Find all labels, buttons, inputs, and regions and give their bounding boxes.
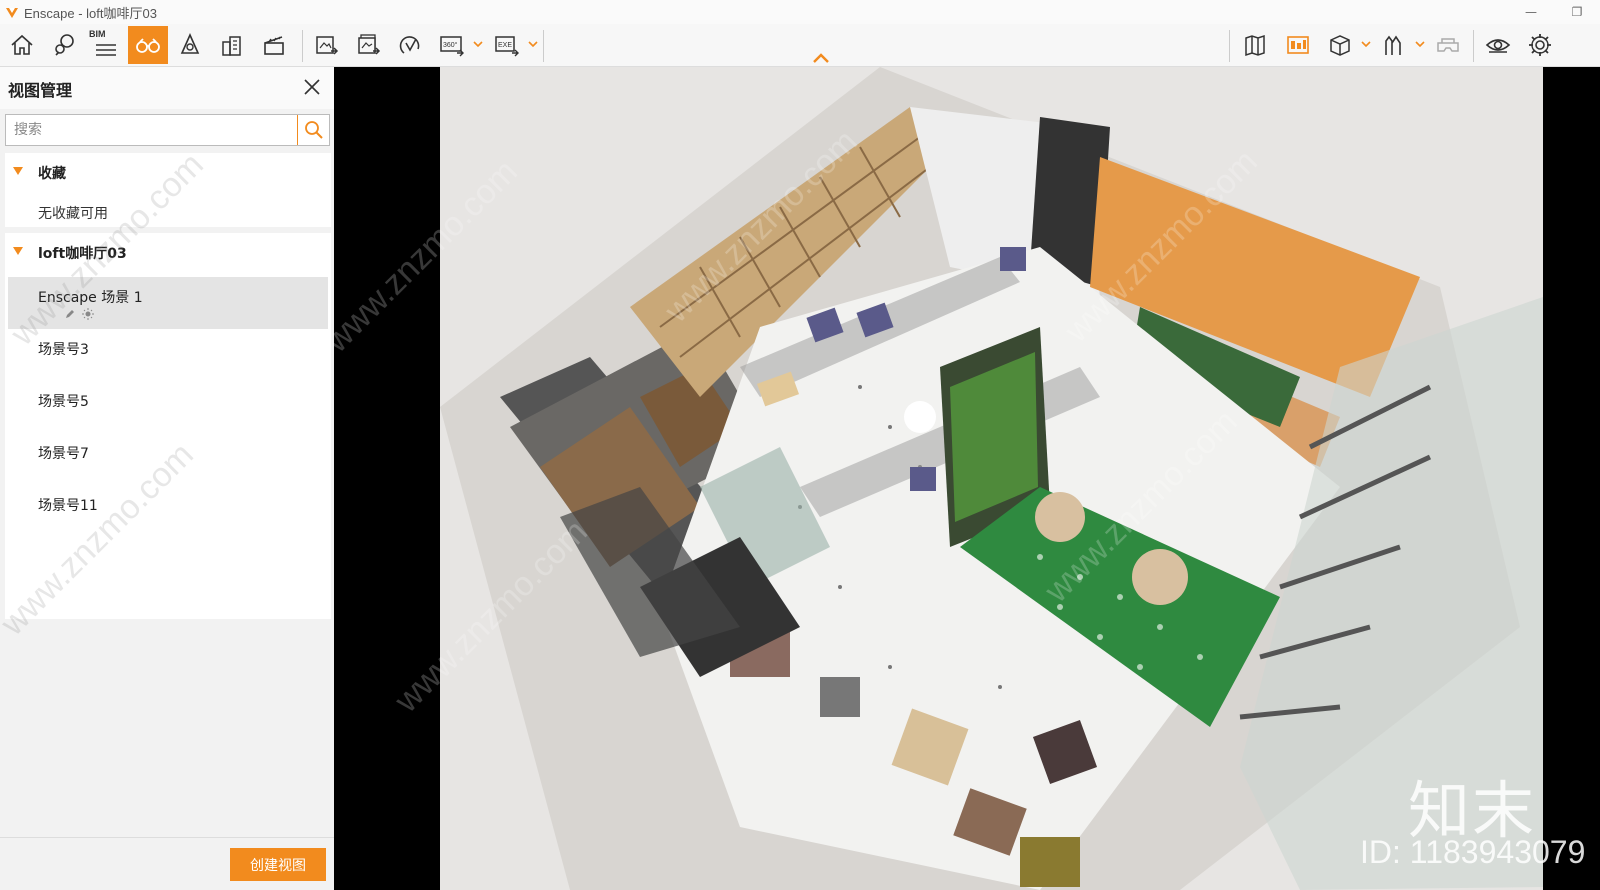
cube-icon <box>1330 35 1350 56</box>
export-dropdown[interactable] <box>528 38 538 50</box>
view-item-label: 场景号11 <box>38 498 98 514</box>
light-view-button[interactable] <box>170 26 210 64</box>
toolbar-separator <box>1229 30 1230 62</box>
buildings-button[interactable] <box>212 26 252 64</box>
bim-label: BIM <box>89 29 106 39</box>
batch-render-icon <box>358 34 381 55</box>
toolbar-separator <box>543 30 544 62</box>
sun-icon[interactable] <box>82 308 94 320</box>
exe-export-icon: EXE <box>495 36 519 57</box>
view-item-label: 场景号5 <box>38 394 89 410</box>
panorama-button[interactable]: 360° <box>432 26 472 64</box>
map-icon <box>1245 34 1265 57</box>
cafe-top-view-render <box>440 67 1543 890</box>
view-mode-button[interactable] <box>1320 26 1360 64</box>
screenshot-button[interactable] <box>306 26 346 64</box>
search-button[interactable] <box>297 115 329 145</box>
vr-headset-button[interactable] <box>1428 26 1468 64</box>
close-icon[interactable] <box>302 77 322 97</box>
light-view-icon <box>180 33 200 54</box>
gear-icon <box>1529 34 1551 56</box>
buildings-icon <box>222 36 241 56</box>
chevron-up-icon[interactable] <box>812 52 830 64</box>
panel-footer-divider <box>0 837 334 838</box>
search-input[interactable] <box>6 115 296 145</box>
location-button[interactable] <box>44 26 84 64</box>
view-item-label: 场景号3 <box>38 342 89 358</box>
chevron-down-icon <box>1361 41 1371 48</box>
project-header[interactable]: loft咖啡厅03 <box>5 233 331 271</box>
upload-button[interactable] <box>390 26 430 64</box>
toolbar-separator <box>1473 30 1474 62</box>
pin-location-icon <box>55 34 74 56</box>
chevron-down-icon <box>1415 41 1425 48</box>
svg-text:EXE: EXE <box>498 42 512 49</box>
view-mode-dropdown[interactable] <box>1361 38 1371 50</box>
chevron-down-icon <box>473 41 483 48</box>
view-management-button[interactable] <box>128 26 168 64</box>
window-title: Enscape - loft咖啡厅03 <box>24 5 157 21</box>
view-item[interactable]: 场景号5 <box>8 381 328 433</box>
search-box <box>5 114 330 146</box>
home-button[interactable] <box>2 26 42 64</box>
asset-library-dropdown[interactable] <box>1415 38 1425 50</box>
scene-render[interactable] <box>440 67 1543 890</box>
sketch-icon <box>1287 36 1309 54</box>
upload-icon <box>399 36 420 54</box>
watermark-id: ID: 1183943079 <box>1360 834 1586 870</box>
search-icon <box>304 121 323 139</box>
toolbar-separator <box>302 30 303 62</box>
settings-button[interactable] <box>1520 26 1560 64</box>
batch-render-button[interactable] <box>348 26 388 64</box>
favorites-label: 收藏 <box>38 166 66 182</box>
home-icon <box>11 34 33 55</box>
binoculars-icon <box>136 38 160 53</box>
bim-button[interactable]: BIM <box>86 26 126 64</box>
enscape-logo-icon <box>6 8 18 18</box>
chevron-down-icon <box>528 41 538 48</box>
asset-library-button[interactable] <box>1374 26 1414 64</box>
clapper-icon <box>264 36 284 55</box>
screenshot-export-icon <box>316 36 339 55</box>
visual-settings-button[interactable] <box>1478 26 1518 64</box>
vr-headset-icon <box>1437 38 1459 52</box>
panorama-360-icon: 360° <box>440 36 464 57</box>
svg-text:360°: 360° <box>443 41 458 49</box>
title-bar: Enscape - loft咖啡厅03 — ❐ <box>0 0 1600 24</box>
restore-button[interactable]: ❐ <box>1554 0 1600 24</box>
exe-export-button[interactable]: EXE <box>487 26 527 64</box>
panel-header: 视图管理 <box>0 67 334 109</box>
video-editor-button[interactable] <box>254 26 294 64</box>
sketch-mode-button[interactable] <box>1278 26 1318 64</box>
view-item-label: 场景号7 <box>38 446 89 462</box>
panel-title: 视图管理 <box>8 81 73 100</box>
people-icon <box>1385 35 1401 55</box>
create-view-button[interactable]: 创建视图 <box>230 848 326 881</box>
main-toolbar: BIM 360° EXE <box>0 24 1600 67</box>
map-button[interactable] <box>1236 26 1276 64</box>
eye-icon <box>1485 39 1511 53</box>
caret-down-icon <box>13 247 23 255</box>
caret-down-icon <box>13 167 23 175</box>
view-item[interactable]: 场景号3 <box>8 329 328 381</box>
minimize-button[interactable]: — <box>1508 0 1554 24</box>
panorama-dropdown[interactable] <box>473 38 483 50</box>
favorites-empty-text: 无收藏可用 <box>38 206 108 222</box>
window-controls: — ❐ <box>1508 0 1600 24</box>
